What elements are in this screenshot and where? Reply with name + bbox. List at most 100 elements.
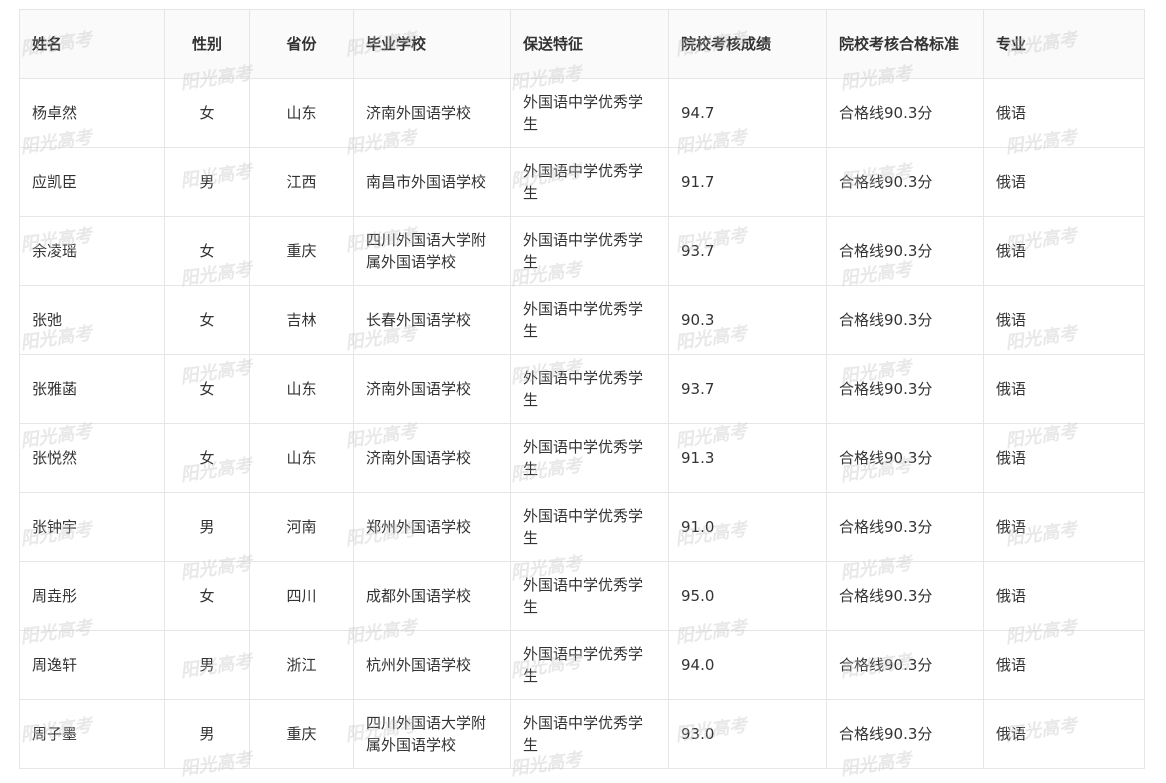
cell-school: 杭州外国语学校 <box>353 630 511 700</box>
table-row: 张悦然 女 山东 济南外国语学校 外国语中学优秀学生 91.3 合格线90.3分… <box>19 423 1145 493</box>
cell-major: 俄语 <box>983 492 1145 562</box>
cell-major: 俄语 <box>983 354 1145 424</box>
cell-feature: 外国语中学优秀学生 <box>510 423 669 493</box>
cell-feature: 外国语中学优秀学生 <box>510 699 669 769</box>
cell-feature: 外国语中学优秀学生 <box>510 147 669 217</box>
cell-score: 94.0 <box>668 630 827 700</box>
cell-standard: 合格线90.3分 <box>826 216 984 286</box>
cell-province: 山东 <box>249 78 354 148</box>
cell-province: 重庆 <box>249 699 354 769</box>
cell-feature: 外国语中学优秀学生 <box>510 492 669 562</box>
header-major: 专业 <box>983 9 1145 79</box>
cell-school: 成都外国语学校 <box>353 561 511 631</box>
cell-name: 周逸轩 <box>19 630 165 700</box>
cell-standard: 合格线90.3分 <box>826 561 984 631</box>
cell-name: 张悦然 <box>19 423 165 493</box>
cell-gender: 男 <box>164 147 250 217</box>
cell-score: 93.0 <box>668 699 827 769</box>
cell-feature: 外国语中学优秀学生 <box>510 216 669 286</box>
cell-province: 山东 <box>249 423 354 493</box>
header-name: 姓名 <box>19 9 165 79</box>
cell-school: 四川外国语大学附属外国语学校 <box>353 699 511 769</box>
table-row: 周垚彤 女 四川 成都外国语学校 外国语中学优秀学生 95.0 合格线90.3分… <box>19 561 1145 631</box>
cell-score: 91.7 <box>668 147 827 217</box>
table-row: 张钟宇 男 河南 郑州外国语学校 外国语中学优秀学生 91.0 合格线90.3分… <box>19 492 1145 562</box>
cell-province: 河南 <box>249 492 354 562</box>
header-score: 院校考核成绩 <box>668 9 827 79</box>
cell-major: 俄语 <box>983 285 1145 355</box>
header-school: 毕业学校 <box>353 9 511 79</box>
header-province: 省份 <box>249 9 354 79</box>
cell-score: 91.3 <box>668 423 827 493</box>
cell-school: 济南外国语学校 <box>353 354 511 424</box>
cell-standard: 合格线90.3分 <box>826 354 984 424</box>
cell-gender: 女 <box>164 561 250 631</box>
cell-province: 重庆 <box>249 216 354 286</box>
cell-standard: 合格线90.3分 <box>826 492 984 562</box>
header-feature: 保送特征 <box>510 9 669 79</box>
cell-major: 俄语 <box>983 630 1145 700</box>
cell-feature: 外国语中学优秀学生 <box>510 630 669 700</box>
header-gender: 性别 <box>164 9 250 79</box>
cell-feature: 外国语中学优秀学生 <box>510 285 669 355</box>
cell-standard: 合格线90.3分 <box>826 285 984 355</box>
header-standard: 院校考核合格标准 <box>826 9 984 79</box>
table-row: 应凯臣 男 江西 南昌市外国语学校 外国语中学优秀学生 91.7 合格线90.3… <box>19 147 1145 217</box>
cell-major: 俄语 <box>983 78 1145 148</box>
cell-gender: 女 <box>164 423 250 493</box>
cell-school: 长春外国语学校 <box>353 285 511 355</box>
cell-name: 余凌瑶 <box>19 216 165 286</box>
cell-gender: 女 <box>164 216 250 286</box>
cell-standard: 合格线90.3分 <box>826 78 984 148</box>
cell-school: 郑州外国语学校 <box>353 492 511 562</box>
table-row: 张雅菡 女 山东 济南外国语学校 外国语中学优秀学生 93.7 合格线90.3分… <box>19 354 1145 424</box>
admission-list-table: 姓名 性别 省份 毕业学校 保送特征 院校考核成绩 院校考核合格标准 专业 杨卓… <box>19 9 1145 769</box>
cell-feature: 外国语中学优秀学生 <box>510 78 669 148</box>
cell-name: 杨卓然 <box>19 78 165 148</box>
cell-score: 93.7 <box>668 354 827 424</box>
cell-score: 91.0 <box>668 492 827 562</box>
cell-feature: 外国语中学优秀学生 <box>510 561 669 631</box>
cell-gender: 男 <box>164 630 250 700</box>
cell-standard: 合格线90.3分 <box>826 423 984 493</box>
cell-name: 张弛 <box>19 285 165 355</box>
header-row: 姓名 性别 省份 毕业学校 保送特征 院校考核成绩 院校考核合格标准 专业 <box>19 9 1145 79</box>
cell-province: 江西 <box>249 147 354 217</box>
cell-school: 济南外国语学校 <box>353 78 511 148</box>
cell-score: 94.7 <box>668 78 827 148</box>
cell-score: 90.3 <box>668 285 827 355</box>
table-row: 余凌瑶 女 重庆 四川外国语大学附属外国语学校 外国语中学优秀学生 93.7 合… <box>19 216 1145 286</box>
cell-province: 浙江 <box>249 630 354 700</box>
table-row: 周子墨 男 重庆 四川外国语大学附属外国语学校 外国语中学优秀学生 93.0 合… <box>19 699 1145 769</box>
cell-major: 俄语 <box>983 423 1145 493</box>
cell-name: 应凯臣 <box>19 147 165 217</box>
table-row: 周逸轩 男 浙江 杭州外国语学校 外国语中学优秀学生 94.0 合格线90.3分… <box>19 630 1145 700</box>
cell-score: 93.7 <box>668 216 827 286</box>
table-row: 杨卓然 女 山东 济南外国语学校 外国语中学优秀学生 94.7 合格线90.3分… <box>19 78 1145 148</box>
cell-name: 周子墨 <box>19 699 165 769</box>
cell-school: 四川外国语大学附属外国语学校 <box>353 216 511 286</box>
cell-gender: 女 <box>164 78 250 148</box>
cell-school: 济南外国语学校 <box>353 423 511 493</box>
cell-major: 俄语 <box>983 147 1145 217</box>
cell-gender: 女 <box>164 285 250 355</box>
cell-major: 俄语 <box>983 216 1145 286</box>
cell-gender: 女 <box>164 354 250 424</box>
cell-name: 张雅菡 <box>19 354 165 424</box>
admission-list-table-wrapper: 姓名 性别 省份 毕业学校 保送特征 院校考核成绩 院校考核合格标准 专业 杨卓… <box>19 9 1145 769</box>
table-body: 杨卓然 女 山东 济南外国语学校 外国语中学优秀学生 94.7 合格线90.3分… <box>19 78 1145 769</box>
table-header: 姓名 性别 省份 毕业学校 保送特征 院校考核成绩 院校考核合格标准 专业 <box>19 9 1145 79</box>
cell-name: 张钟宇 <box>19 492 165 562</box>
table-row: 张弛 女 吉林 长春外国语学校 外国语中学优秀学生 90.3 合格线90.3分 … <box>19 285 1145 355</box>
cell-feature: 外国语中学优秀学生 <box>510 354 669 424</box>
cell-gender: 男 <box>164 492 250 562</box>
cell-standard: 合格线90.3分 <box>826 630 984 700</box>
cell-major: 俄语 <box>983 561 1145 631</box>
cell-name: 周垚彤 <box>19 561 165 631</box>
cell-province: 山东 <box>249 354 354 424</box>
cell-score: 95.0 <box>668 561 827 631</box>
cell-standard: 合格线90.3分 <box>826 147 984 217</box>
cell-major: 俄语 <box>983 699 1145 769</box>
cell-province: 四川 <box>249 561 354 631</box>
cell-standard: 合格线90.3分 <box>826 699 984 769</box>
